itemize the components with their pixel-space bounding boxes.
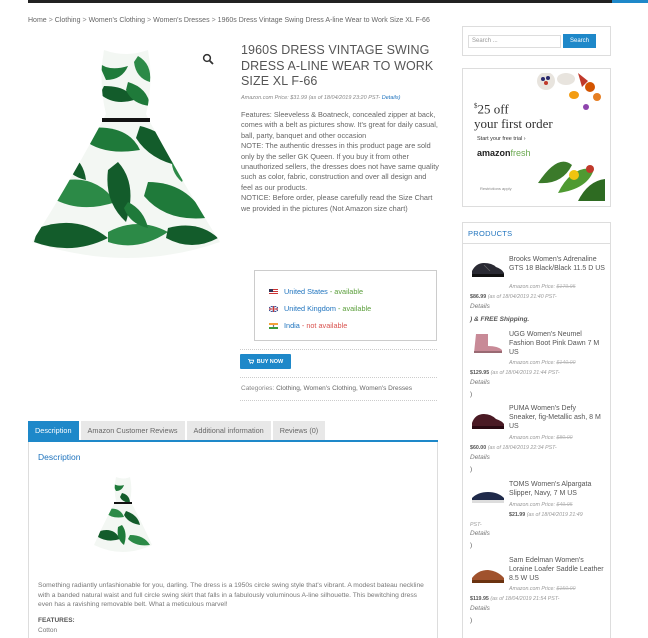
tab-amazon-reviews[interactable]: Amazon Customer Reviews <box>80 421 185 441</box>
us-flag-icon <box>269 288 278 295</box>
breadcrumb-home[interactable]: Home <box>28 17 47 24</box>
product-details-link[interactable]: Details <box>470 530 490 537</box>
uk-flag-icon <box>269 305 278 312</box>
product-details-link[interactable]: Details <box>470 379 490 386</box>
breadcrumb-clothing[interactable]: Clothing <box>55 17 81 24</box>
divider <box>240 400 437 401</box>
product-extra: ) <box>470 391 473 398</box>
breadcrumb: Home > Clothing > Women's Clothing > Women's D… <box>28 17 430 24</box>
features-value: Cotton <box>38 627 58 634</box>
product-details-link[interactable]: Details <box>470 605 490 612</box>
ad-headline: $25 off your first order <box>474 101 553 132</box>
price-details-link[interactable]: Details) <box>382 95 401 101</box>
cart-icon <box>247 359 254 364</box>
product-price-meta: Amazon.com Price: $49.95 <box>509 502 573 508</box>
divider <box>462 243 611 244</box>
product-link[interactable]: PUMA Women's Defy Sneaker, fig-Metallic … <box>509 404 605 431</box>
product-price-line: $60.00 (as of 18/04/2019 22:34 PST- <box>470 445 557 451</box>
product-description: Features: Sleeveless & Boatneck, conceal… <box>241 110 439 213</box>
country-link[interactable]: India <box>284 321 300 330</box>
product-extra: ) <box>470 466 473 473</box>
tab-additional-information[interactable]: Additional information <box>186 421 271 441</box>
ad-trial-link[interactable]: Start your free trial › <box>477 136 526 142</box>
breadcrumb-womens-dresses[interactable]: Women's Dresses <box>153 17 209 24</box>
product-thumbnail[interactable] <box>470 257 506 279</box>
amazon-fresh-logo: amazonfresh <box>477 148 531 158</box>
tab-reviews[interactable]: Reviews (0) <box>272 421 326 441</box>
price-value: $31.99 <box>290 95 308 101</box>
product-title: 1960S DRESS VINTAGE SWING DRESS A-LINE W… <box>241 43 434 88</box>
product-shipping: ) & FREE Shipping. <box>470 316 530 323</box>
product-link[interactable]: UGG Women's Neumel Fashion Boot Pink Daw… <box>509 330 605 357</box>
product-link[interactable]: Brooks Women's Adrenaline GTS 18 Black/B… <box>509 255 605 273</box>
availability-row: United States - available <box>269 283 436 300</box>
availability-row: United Kingdom - available <box>269 300 436 317</box>
product-price-line: $119.95 (as of 18/04/2019 21:54 PST- <box>470 596 560 602</box>
product-price-meta: Amazon.com Price: $140.00 <box>509 360 576 366</box>
description-image <box>94 477 152 552</box>
price-line: Amazon.com Price: $31.99 (as of 18/04/20… <box>241 95 401 101</box>
product-link[interactable]: Sam Edelman Women's Loraine Loafer Saddl… <box>509 556 605 583</box>
product-price-meta: Amazon.com Price: $80.00 <box>509 435 573 441</box>
product-details-link[interactable]: Details <box>470 303 490 310</box>
breadcrumb-current: 1960s Dress Vintage Swing Dress A-line W… <box>217 17 430 24</box>
product-price-line: $86.99 (as of 18/04/2019 21:40 PST- <box>470 294 557 300</box>
product-thumbnail[interactable] <box>470 484 506 506</box>
product-price-meta: Amazon.com Price: $150.00 <box>509 586 576 592</box>
breadcrumb-womens-clothing[interactable]: Women's Clothing <box>89 17 145 24</box>
search-button[interactable]: Search <box>563 34 596 48</box>
divider <box>240 349 437 350</box>
product-details-link[interactable]: Details <box>470 454 490 461</box>
product-thumbnail[interactable] <box>470 408 506 430</box>
tab-description[interactable]: Description <box>28 421 79 441</box>
features-label: FEATURES: <box>38 617 75 624</box>
product-thumbnail[interactable] <box>470 563 506 585</box>
products-widget-title: PRODUCTS <box>468 229 513 238</box>
zoom-icon[interactable] <box>202 53 214 65</box>
product-link[interactable]: TOMS Women's Alpargata Slipper, Navy, 7 … <box>509 480 605 498</box>
product-categories: Categories: Clothing, Women's Clothing, … <box>241 385 412 392</box>
buy-now-button[interactable]: BUY NOW <box>240 354 291 369</box>
country-link[interactable]: United States <box>284 287 328 296</box>
search-input[interactable]: Search ... <box>468 35 561 48</box>
top-bar <box>0 0 648 3</box>
india-flag-icon <box>269 322 278 329</box>
product-thumbnail[interactable] <box>470 332 506 354</box>
product-price-line-cont: PST- <box>470 522 482 528</box>
availability-row: India - not available <box>269 317 436 334</box>
panel-description-text: Something radiantly unfashionable for yo… <box>38 582 424 608</box>
panel-title: Description <box>38 452 81 462</box>
product-price-line: $129.95 (as of 18/04/2019 21:44 PST- <box>470 370 560 376</box>
product-extra: ) <box>470 542 473 549</box>
divider <box>240 377 437 378</box>
availability-box: United States - available United Kingdom… <box>254 270 437 341</box>
category-links[interactable]: Clothing, Women's Clothing, Women's Dres… <box>276 385 412 392</box>
product-extra: ) <box>470 617 473 624</box>
country-link[interactable]: United Kingdom <box>284 304 336 313</box>
product-tabs: Description Amazon Customer Reviews Addi… <box>28 421 327 441</box>
ad-restrictions: Restrictions apply <box>480 186 512 191</box>
product-image[interactable] <box>28 42 224 264</box>
product-price-meta: Amazon.com Price: $179.95 <box>509 284 576 290</box>
product-price-line: $21.99 (as of 18/04/2019 21:49 <box>509 512 583 518</box>
